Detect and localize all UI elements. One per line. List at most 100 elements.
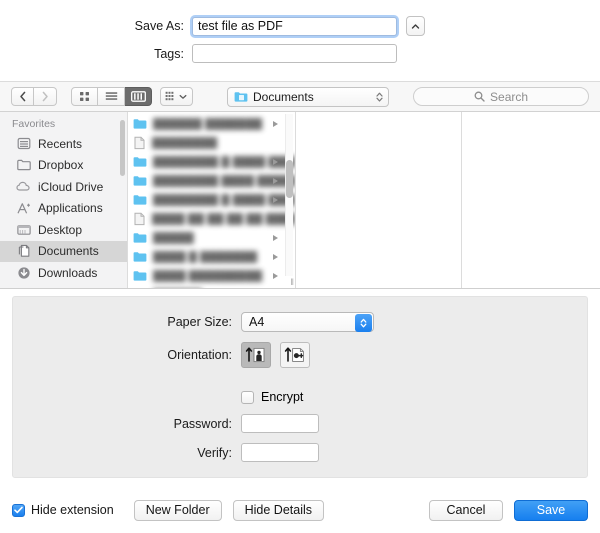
arrange-by-button[interactable] — [160, 87, 193, 106]
search-field[interactable]: Search — [413, 87, 589, 106]
file-list-item[interactable]: ████ ██ ██ ██ ██ ████ — [128, 209, 295, 228]
save-as-label: Save As: — [134, 19, 184, 33]
location-popup-label: Documents — [253, 89, 314, 104]
dialog-footer: Hide extension New Folder Hide Details C… — [0, 487, 600, 533]
sidebar-item-label: Recents — [38, 136, 83, 151]
hide-extension-control[interactable]: Hide extension — [12, 503, 114, 517]
file-name-section: Save As: Tags: — [0, 0, 600, 81]
encrypt-label: Encrypt — [261, 390, 304, 404]
save-as-dialog: Save As: Tags: — [0, 0, 600, 533]
navigation-buttons — [11, 87, 57, 106]
location-popup-button[interactable]: Documents — [227, 86, 390, 107]
paper-size-value: A4 — [249, 315, 265, 329]
file-list-item[interactable]: ██████ — [128, 285, 295, 288]
applications-icon — [16, 201, 31, 215]
file-column-2[interactable] — [296, 112, 462, 288]
disclosure-triangle-icon — [273, 158, 278, 165]
disclosure-triangle-icon — [273, 177, 278, 184]
sidebar-item-documents[interactable]: Documents — [0, 240, 127, 262]
orientation-row: Orientation: — [13, 342, 587, 368]
chevron-up-icon — [411, 23, 420, 29]
cancel-button[interactable]: Cancel — [429, 499, 503, 521]
folder-blue-icon — [133, 118, 147, 129]
column-scrollbar-thumb[interactable] — [286, 160, 293, 198]
file-name: ████ ██ ██ ██ ██ ████ — [152, 212, 295, 225]
sidebar-item-icloud-drive[interactable]: iCloud Drive — [0, 176, 127, 198]
chevron-down-icon — [179, 94, 187, 99]
folder-blue-icon — [133, 175, 147, 186]
list-view-icon — [105, 92, 117, 100]
paper-size-select[interactable]: A4 — [241, 312, 374, 332]
recents-icon — [16, 137, 31, 151]
search-placeholder: Search — [490, 89, 529, 104]
sidebar-item-label: Applications — [38, 201, 103, 216]
orientation-landscape-button[interactable] — [280, 342, 310, 368]
hide-extension-label: Hide extension — [31, 503, 114, 517]
hide-extension-checkbox[interactable] — [12, 503, 25, 517]
column-view-button[interactable] — [125, 87, 152, 106]
folder-blue-icon — [133, 232, 147, 243]
icon-view-button[interactable] — [71, 87, 98, 106]
file-list-item[interactable]: ████████ — [128, 133, 295, 152]
downloads-icon — [16, 266, 31, 280]
document-icon — [134, 212, 145, 225]
documents-icon — [16, 244, 31, 258]
forward-button[interactable] — [34, 87, 57, 106]
view-mode-buttons — [71, 87, 152, 106]
sidebar-item-label: Dropbox — [38, 158, 84, 173]
back-button[interactable] — [11, 87, 34, 106]
file-list-item[interactable]: ████ █████████ — [128, 266, 295, 285]
file-list-item[interactable]: █████ — [128, 228, 295, 247]
sidebar-item-label: Downloads — [38, 265, 98, 280]
sidebar-item-applications[interactable]: Applications — [0, 198, 127, 220]
hide-details-button[interactable]: Hide Details — [232, 499, 325, 521]
sidebar-item-downloads[interactable]: Downloads — [0, 262, 127, 284]
file-list-item[interactable]: ████████ █ ████ ████ — [128, 152, 295, 171]
password-label: Password: — [173, 416, 232, 431]
sidebar-item-recents[interactable]: Recents — [0, 133, 127, 155]
password-input[interactable] — [241, 414, 319, 433]
orientation-portrait-button[interactable] — [241, 342, 271, 368]
sidebar-item-label: Desktop — [38, 222, 83, 237]
verify-row: Verify: — [13, 443, 587, 462]
sidebar-item-label: iCloud Drive — [38, 179, 104, 194]
file-name: ████████ — [152, 136, 218, 149]
disclosure-triangle-icon — [273, 196, 278, 203]
folder-blue-icon — [133, 270, 147, 281]
file-list-item[interactable]: ████████ █ ████ ████ — [128, 190, 295, 209]
paper-size-row: Paper Size: A4 — [13, 312, 587, 332]
folder-blue-icon — [234, 91, 248, 102]
expand-collapse-button[interactable] — [406, 16, 425, 36]
sidebar-section-header: Favorites — [12, 118, 56, 130]
encrypt-checkbox[interactable] — [241, 390, 254, 404]
landscape-orientation-icon — [284, 347, 304, 362]
file-list-item[interactable]: ████████ ████ ██████ — [128, 171, 295, 190]
document-icon — [134, 136, 145, 149]
folder-blue-icon — [133, 251, 147, 262]
paper-size-label: Paper Size: — [167, 315, 232, 329]
icon-view-icon — [80, 92, 89, 101]
disclosure-triangle-icon — [273, 253, 278, 260]
file-column-3[interactable] — [462, 112, 599, 288]
list-view-button[interactable] — [98, 87, 125, 106]
sidebar-item-dropbox[interactable]: Dropbox — [0, 155, 127, 177]
save-button[interactable]: Save — [514, 499, 588, 521]
new-folder-button[interactable]: New Folder — [133, 499, 222, 521]
verify-label: Verify: — [197, 445, 232, 460]
file-list-item[interactable]: ██████ ███████ — [128, 114, 295, 133]
orientation-label: Orientation: — [167, 348, 232, 362]
disclosure-triangle-icon — [273, 234, 278, 241]
column-resize-grip[interactable]: ‖ — [290, 278, 294, 287]
tags-row: Tags: — [0, 44, 600, 63]
tags-input[interactable] — [192, 44, 397, 63]
file-browser: Favorites Recents Dropbox iCloud Drive A… — [0, 112, 600, 289]
save-as-input[interactable] — [192, 16, 397, 36]
disclosure-triangle-icon — [273, 120, 278, 127]
sidebar-item-desktop[interactable]: Desktop — [0, 219, 127, 241]
sidebar-scrollbar-thumb[interactable] — [120, 120, 125, 176]
verify-input[interactable] — [241, 443, 319, 462]
pdf-options-inner: Paper Size: A4 Orientation: Encrypt Pass… — [12, 296, 588, 478]
file-list-item[interactable]: ████ █ ███████ — [128, 247, 295, 266]
file-column-1: ██████ ███████ ████████ ████████ █ ████ … — [128, 112, 296, 288]
chevron-left-icon — [19, 91, 25, 102]
